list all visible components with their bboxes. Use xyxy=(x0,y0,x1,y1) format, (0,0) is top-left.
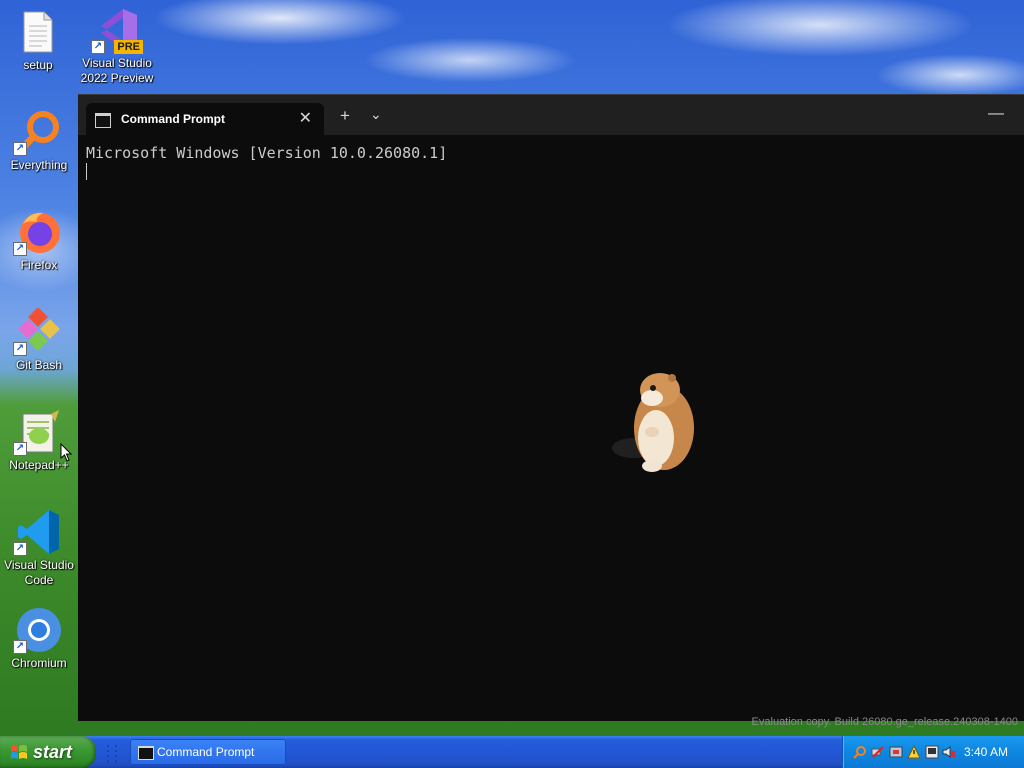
tab-dropdown-chevron-icon[interactable]: ⌄ xyxy=(370,107,382,121)
desktop-icon-label: Git Bash xyxy=(15,358,63,372)
magnifier-icon: ↗ xyxy=(13,108,63,156)
document-icon xyxy=(14,8,62,56)
desktop-icon-label: Everything xyxy=(10,158,68,172)
tab-title: Command Prompt xyxy=(121,112,226,126)
hamster-pet-icon[interactable] xyxy=(604,368,704,474)
tab-bar: Command Prompt ✕ + ⌄ — xyxy=(78,95,1024,135)
tab-command-prompt[interactable]: Command Prompt ✕ xyxy=(86,103,324,135)
terminal-window[interactable]: Command Prompt ✕ + ⌄ — Microsoft Windows… xyxy=(78,94,1024,721)
desktop-icon-label: Visual Studio 2022 Preview xyxy=(80,56,154,85)
search-icon[interactable] xyxy=(853,745,867,759)
command-prompt-icon xyxy=(138,746,154,760)
shortcut-arrow-icon: ↗ xyxy=(13,242,27,256)
text-cursor xyxy=(86,163,87,180)
desktop-icon-git-bash[interactable]: ↗ Git Bash xyxy=(1,307,77,373)
shortcut-arrow-icon: ↗ xyxy=(91,40,105,54)
warning-icon[interactable] xyxy=(907,745,921,759)
chromium-icon: ↗ xyxy=(13,606,63,654)
shortcut-arrow-icon: ↗ xyxy=(13,142,27,156)
taskbar-item-command-prompt[interactable]: Command Prompt xyxy=(130,739,286,765)
visual-studio-icon: PRE ↗ xyxy=(91,6,143,54)
windows-flag-icon xyxy=(11,745,27,759)
desktop-icon-label: Chromium xyxy=(11,656,67,670)
tab-close-icon[interactable]: ✕ xyxy=(299,108,312,128)
clock[interactable]: 3:40 AM xyxy=(964,745,1008,759)
git-bash-icon: ↗ xyxy=(13,307,63,356)
desktop-icon-everything[interactable]: ↗ Everything xyxy=(1,108,77,173)
shortcut-arrow-icon: ↗ xyxy=(13,640,27,654)
display-icon[interactable] xyxy=(925,745,939,759)
desktop: setup PRE ↗ Visual Studio 2022 Preview ↗… xyxy=(0,0,1024,736)
start-button[interactable]: start xyxy=(0,736,96,768)
quick-launch-grip-icon xyxy=(107,745,117,762)
desktop-icon-label: setup xyxy=(23,58,53,72)
preview-badge: PRE xyxy=(114,40,143,54)
shortcut-arrow-icon: ↗ xyxy=(13,442,27,456)
vscode-icon: ↗ xyxy=(13,508,63,556)
desktop-icon-setup[interactable]: setup xyxy=(0,8,76,73)
taskbar: start Command Prompt 3:40 AM xyxy=(0,736,1024,768)
new-tab-button[interactable]: + xyxy=(340,107,350,124)
firefox-icon: ↗ xyxy=(13,208,63,256)
minimize-button[interactable]: — xyxy=(988,105,1004,123)
volume-muted-icon[interactable] xyxy=(942,745,956,759)
desktop-icon-visual-studio-preview[interactable]: PRE ↗ Visual Studio 2022 Preview xyxy=(79,6,155,86)
start-label: start xyxy=(33,742,73,762)
desktop-icon-label: Firefox xyxy=(20,258,58,272)
desktop-icon-label: Visual Studio Code xyxy=(4,558,74,587)
desktop-icon-vscode[interactable]: ↗ Visual Studio Code xyxy=(1,508,77,588)
desktop-icon-firefox[interactable]: ↗ Firefox xyxy=(1,208,77,273)
notepad-plus-plus-icon: ↗ xyxy=(13,408,63,456)
security-icon[interactable] xyxy=(889,745,903,759)
evaluation-watermark: Evaluation copy. Build 26080.ge_release.… xyxy=(751,716,1018,728)
mouse-pointer-icon xyxy=(60,443,72,462)
desktop-icon-notepad-plus-plus[interactable]: ↗ Notepad++ xyxy=(1,408,77,473)
network-icon[interactable] xyxy=(871,745,885,759)
shortcut-arrow-icon: ↗ xyxy=(13,342,27,356)
system-tray: 3:40 AM xyxy=(842,736,1024,768)
shortcut-arrow-icon: ↗ xyxy=(13,542,27,556)
console-output: Microsoft Windows [Version 10.0.26080.1] xyxy=(86,144,448,162)
desktop-icon-chromium[interactable]: ↗ Chromium xyxy=(1,606,77,671)
taskbar-item-label: Command Prompt xyxy=(157,745,255,759)
command-prompt-icon xyxy=(95,113,111,128)
